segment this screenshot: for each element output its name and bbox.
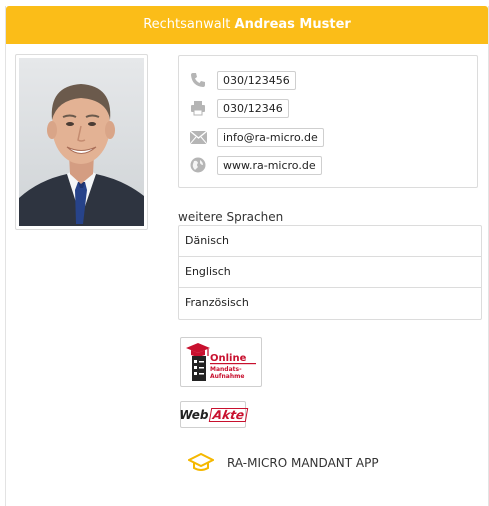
webakte-akte-label: Akte — [208, 407, 248, 422]
phone-row: 030/123456 — [189, 70, 296, 90]
website-row: www.ra-micro.de — [189, 155, 322, 175]
phone-icon — [189, 71, 207, 89]
aufnahme-label: Aufnahme — [210, 373, 244, 380]
online-mandate-logo-icon: Online Mandats- Aufnahme — [186, 343, 256, 381]
mandant-app-label: RA-MICRO MANDANT APP — [227, 456, 379, 470]
portrait-image — [19, 58, 144, 226]
website-value[interactable]: www.ra-micro.de — [217, 155, 322, 175]
webakte-button[interactable]: Web Akte — [179, 401, 248, 428]
mandant-app-link[interactable]: RA-MICRO MANDANT APP — [188, 452, 379, 474]
globe-icon — [189, 156, 207, 174]
language-item: Englisch — [179, 257, 481, 288]
language-item: Dänisch — [179, 226, 481, 257]
webakte-web-label: Web — [179, 407, 209, 422]
phone-value[interactable]: 030/123456 — [217, 70, 296, 90]
contact-box: 030/123456 030/12346 info@ra-micro.de ww… — [178, 55, 478, 188]
graduation-cap-icon — [188, 453, 214, 473]
languages-title: weitere Sprachen — [178, 210, 284, 224]
envelope-icon — [189, 128, 207, 146]
profile-photo — [15, 54, 148, 230]
online-label: Online — [210, 353, 247, 364]
profile-header: Rechtsanwalt Andreas Muster — [6, 6, 488, 44]
email-value[interactable]: info@ra-micro.de — [217, 127, 324, 147]
lawyer-name: Andreas Muster — [234, 17, 351, 32]
mandats-label: Mandats- — [210, 366, 242, 373]
languages-list: Dänisch Englisch Französisch — [178, 225, 482, 320]
header-prefix: Rechtsanwalt — [143, 17, 231, 32]
printer-icon — [189, 99, 207, 117]
language-item: Französisch — [185, 296, 249, 309]
online-mandatsaufnahme-button[interactable]: Online Mandats- Aufnahme — [180, 337, 262, 387]
fax-row: 030/12346 — [189, 98, 289, 118]
fax-value[interactable]: 030/12346 — [217, 98, 289, 118]
email-row: info@ra-micro.de — [189, 127, 324, 147]
